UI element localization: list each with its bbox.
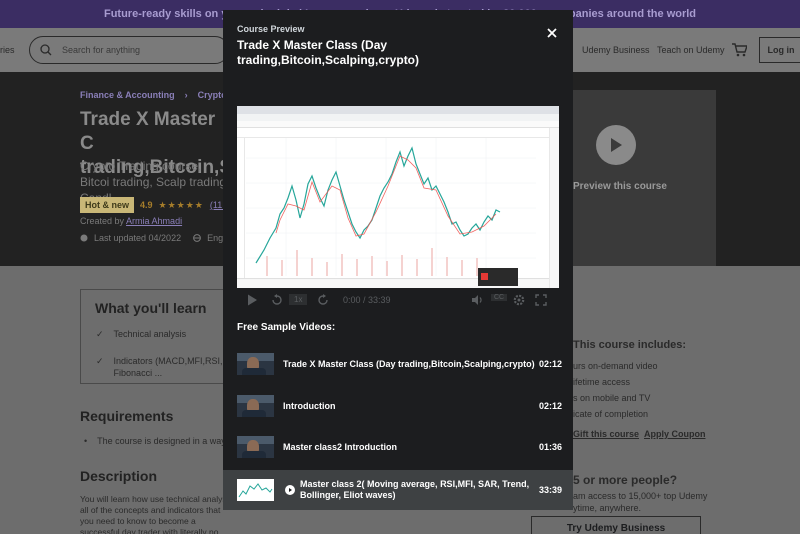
chart-side-panel xyxy=(549,128,559,288)
video-thumbnail xyxy=(237,436,274,458)
cart-icon[interactable] xyxy=(731,42,747,58)
learn-item-text: Indicators (MACD,MFI,RSI, Ich Fibonacci .… xyxy=(114,355,238,379)
check-icon: ✓ xyxy=(96,356,104,366)
video-thumbnail xyxy=(237,395,274,417)
learn-title: What you'll learn xyxy=(95,300,207,316)
check-icon: ✓ xyxy=(96,329,104,339)
author-link[interactable]: Armia Ahmadi xyxy=(126,216,182,226)
alert-icon xyxy=(80,234,88,242)
record-indicator xyxy=(481,273,488,280)
apply-coupon-link[interactable]: Apply Coupon xyxy=(644,429,706,439)
modal-title: Trade X Master Class (Day trading,Bitcoi… xyxy=(237,38,420,67)
chart-toolbar xyxy=(237,128,559,138)
gift-course-link[interactable]: Gift this course xyxy=(573,429,639,439)
browser-tab-strip xyxy=(237,106,559,114)
learn-item-line: Indicators (MACD,MFI,RSI, Ich xyxy=(113,356,238,366)
learn-item: ✓ Technical analysis xyxy=(96,328,186,340)
close-button[interactable] xyxy=(543,24,561,42)
forward-icon[interactable] xyxy=(317,294,329,306)
breadcrumb: Finance & Accounting › Cryptocurr xyxy=(80,90,244,100)
search-input[interactable]: Search for anything xyxy=(62,45,140,55)
video-thumbnail xyxy=(237,479,274,501)
sample-video-duration: 33:39 xyxy=(539,485,563,495)
team-title: 5 or more people? xyxy=(573,473,678,487)
login-button[interactable]: Log in xyxy=(759,37,800,63)
teach-link[interactable]: Teach on Udemy xyxy=(657,45,725,55)
sample-video-item-active[interactable]: Master class 2( Moving average, RSI,MFI,… xyxy=(223,470,573,510)
sample-video-title: Trade X Master Class (Day trading,Bitcoi… xyxy=(283,359,535,369)
now-playing-icon xyxy=(285,485,295,495)
includes-item: urs on-demand video xyxy=(573,361,658,371)
modal-kicker: Course Preview xyxy=(237,24,305,34)
free-samples-heading: Free Sample Videos: xyxy=(237,322,336,333)
volume-icon[interactable] xyxy=(471,294,484,306)
sample-video-duration: 02:12 xyxy=(539,401,563,411)
recording-widget xyxy=(478,268,518,286)
bullet-icon: • xyxy=(84,436,88,446)
browser-bookmarks-bar xyxy=(237,121,559,128)
learn-item-line: Fibonacci ... xyxy=(113,368,163,378)
includes-item: s on mobile and TV xyxy=(573,393,651,403)
sample-video-duration: 02:12 xyxy=(539,359,563,369)
sample-video-item[interactable]: Trade X Master Class (Day trading,Bitcoi… xyxy=(223,344,573,384)
preview-course-label: Preview this course xyxy=(573,181,667,192)
categories-link[interactable]: ries xyxy=(0,45,15,55)
search-icon xyxy=(40,44,52,56)
sample-video-title: Master class 2( Moving average, RSI,MFI,… xyxy=(300,479,530,500)
gear-icon[interactable] xyxy=(513,294,525,306)
learn-item: ✓ Indicators (MACD,MFI,RSI, Ich Fibonacci… xyxy=(96,355,237,379)
try-business-button[interactable]: Try Udemy Business xyxy=(531,516,701,534)
sample-video-item[interactable]: Introduction 02:12 xyxy=(223,386,573,426)
requirement-item: • The course is designed in a way t xyxy=(84,436,231,446)
created-by: Created by Armia Ahmadi xyxy=(80,216,182,226)
last-updated: Last updated 04/2022 xyxy=(94,233,182,243)
description-text: You will learn how use technical analysi… xyxy=(80,494,229,534)
drawing-tools-panel xyxy=(237,138,245,288)
udemy-business-link[interactable]: Udemy Business xyxy=(582,45,650,55)
course-preview-modal: Course Preview Trade X Master Class (Day… xyxy=(223,10,573,510)
requirement-text: The course is designed in a way t xyxy=(97,436,231,446)
includes-title: This course includes: xyxy=(573,339,687,351)
globe-icon xyxy=(193,234,201,242)
sample-video-title: Master class2 Introduction xyxy=(283,442,398,452)
rewind-icon[interactable] xyxy=(271,294,283,306)
browser-address-bar xyxy=(237,114,559,121)
preview-play-button[interactable] xyxy=(596,125,636,165)
playback-speed-button[interactable]: 1x xyxy=(289,294,308,305)
sample-video-item[interactable]: Master class2 Introduction 01:36 xyxy=(223,427,573,467)
description-title: Description xyxy=(80,468,158,484)
play-icon xyxy=(611,138,622,152)
fullscreen-icon[interactable] xyxy=(535,294,547,306)
star-rating: ★★★★★ xyxy=(158,199,204,210)
created-by-label: Created by xyxy=(80,216,125,226)
requirements-title: Requirements xyxy=(80,408,174,424)
hot-badge: Hot & new xyxy=(80,197,134,213)
learn-item-text: Technical analysis xyxy=(113,329,187,339)
sample-video-title: Introduction xyxy=(283,401,336,411)
chart-thumbnail-graphic xyxy=(238,483,273,498)
sample-video-duration: 01:36 xyxy=(539,442,563,452)
playback-time: 0:00 / 33:39 xyxy=(343,295,391,305)
updated-row: Last updated 04/2022 Englis xyxy=(80,233,232,243)
breadcrumb-item[interactable]: Finance & Accounting xyxy=(80,90,175,100)
course-preview-card[interactable] xyxy=(556,90,716,266)
player-controls: 1x 0:00 / 33:39 CC xyxy=(237,292,559,308)
candlestick-chart xyxy=(246,138,536,276)
includes-item: ifetime access xyxy=(573,377,631,387)
play-icon[interactable] xyxy=(247,294,258,306)
close-icon xyxy=(547,28,557,38)
captions-icon[interactable]: CC xyxy=(491,294,508,301)
team-text: ytime, anywhere. xyxy=(573,503,642,513)
breadcrumb-separator: › xyxy=(184,90,188,100)
video-thumbnail xyxy=(237,353,274,375)
includes-item: icate of completion xyxy=(573,409,649,419)
video-player[interactable] xyxy=(237,106,559,288)
volume-bars xyxy=(266,248,478,276)
team-text: am access to 15,000+ top Udemy xyxy=(573,491,708,501)
rating-value: 4.9 xyxy=(140,200,153,210)
search-bar[interactable]: Search for anything xyxy=(29,36,229,64)
